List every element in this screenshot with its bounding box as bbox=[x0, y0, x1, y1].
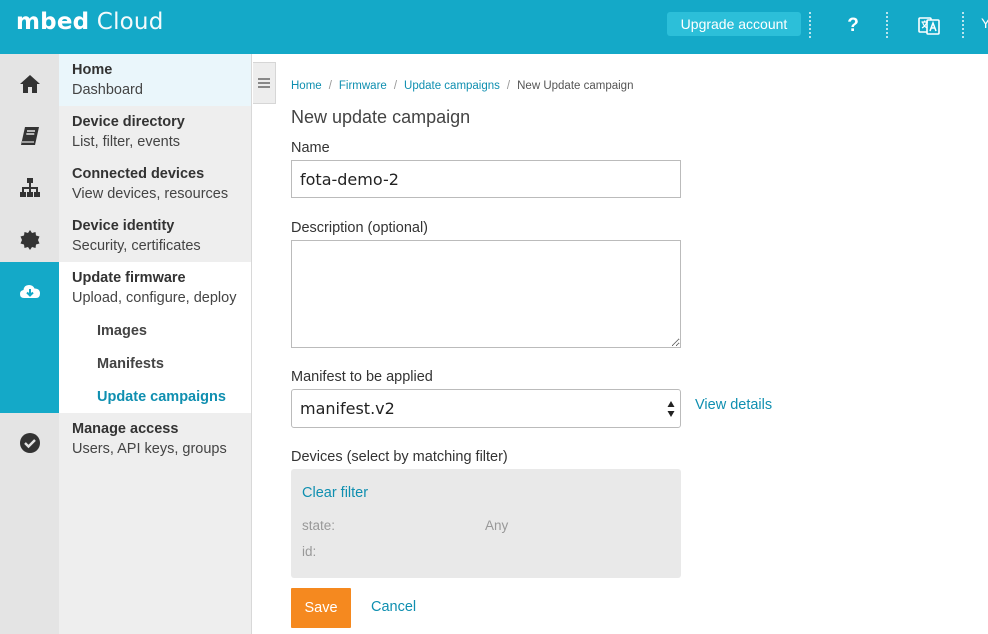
sidebar-subitem-images[interactable]: Images bbox=[97, 323, 147, 339]
check-circle-icon[interactable] bbox=[0, 417, 59, 469]
breadcrumb-separator: / bbox=[506, 80, 511, 92]
sidebar-item-device-directory[interactable]: Device directory List, filter, events bbox=[59, 106, 251, 158]
badge-icon[interactable] bbox=[0, 214, 59, 266]
divider bbox=[809, 12, 811, 38]
manifest-label: Manifest to be applied bbox=[291, 369, 433, 385]
description-label: Description (optional) bbox=[291, 220, 429, 236]
breadcrumb-separator: / bbox=[393, 80, 398, 92]
sitemap-icon[interactable] bbox=[0, 162, 59, 214]
sidebar-item-connected-devices[interactable]: Connected devices View devices, resource… bbox=[59, 158, 251, 210]
sidebar: Home Dashboard Device directory List, fi… bbox=[0, 54, 252, 634]
user-menu[interactable]: Y bbox=[981, 15, 988, 31]
sidebar-item-title: Connected devices bbox=[72, 166, 205, 182]
hamburger-icon bbox=[258, 78, 270, 88]
breadcrumb-home[interactable]: Home bbox=[291, 80, 322, 92]
sidebar-item-title: Device directory bbox=[72, 114, 185, 130]
upgrade-account-button[interactable]: Upgrade account bbox=[667, 12, 801, 36]
sidebar-item-title: Manage access bbox=[72, 421, 179, 437]
sidebar-item-device-identity[interactable]: Device identity Security, certificates bbox=[59, 210, 251, 262]
sidebar-item-home[interactable]: Home Dashboard bbox=[59, 54, 251, 106]
device-filter-panel: Clear filter state: Any id: bbox=[291, 469, 681, 578]
filter-value-state[interactable]: Any bbox=[485, 518, 508, 533]
name-label: Name bbox=[291, 140, 330, 156]
sidebar-item-subtitle: View devices, resources bbox=[72, 186, 229, 202]
sidebar-item-subtitle: Security, certificates bbox=[72, 238, 201, 254]
breadcrumb-separator: / bbox=[328, 80, 332, 92]
page-title: New update campaign bbox=[291, 107, 471, 127]
save-button[interactable]: Save bbox=[291, 588, 351, 628]
brand-logo[interactable]: mbed Cloud bbox=[16, 9, 164, 35]
sidebar-subitem-manifests[interactable]: Manifests bbox=[97, 356, 164, 372]
name-field[interactable] bbox=[291, 160, 681, 198]
question-mark-icon[interactable]: ? bbox=[842, 13, 864, 39]
filter-key-id: id: bbox=[302, 544, 317, 559]
brand-name: mbed bbox=[16, 9, 90, 35]
breadcrumb-firmware[interactable]: Firmware bbox=[339, 80, 387, 92]
breadcrumb-update-campaigns[interactable]: Update campaigns bbox=[404, 80, 500, 92]
view-details-link[interactable]: View details bbox=[695, 397, 772, 413]
sidebar-item-title: Device identity bbox=[72, 218, 175, 234]
book-icon[interactable] bbox=[0, 110, 59, 162]
top-bar: mbed Cloud Upgrade account ? Y bbox=[0, 0, 988, 54]
sidebar-collapse-button[interactable] bbox=[253, 62, 276, 104]
breadcrumb-current: New Update campaign bbox=[517, 80, 634, 92]
manifest-select[interactable]: manifest.v2 bbox=[291, 389, 681, 428]
translate-icon[interactable] bbox=[918, 15, 940, 37]
brand-suffix: Cloud bbox=[89, 9, 164, 35]
manifest-select-value: manifest.v2 bbox=[300, 399, 395, 418]
sidebar-item-subtitle: Dashboard bbox=[72, 82, 143, 98]
description-field[interactable] bbox=[291, 240, 681, 348]
cancel-button[interactable]: Cancel bbox=[371, 599, 416, 615]
sidebar-item-subtitle: Upload, configure, deploy bbox=[72, 290, 237, 306]
filter-key-state: state: bbox=[302, 518, 336, 533]
sidebar-item-title: Home bbox=[72, 62, 113, 78]
sidebar-item-subtitle: List, filter, events bbox=[72, 134, 180, 150]
select-arrows-icon bbox=[667, 401, 675, 417]
clear-filter-link[interactable]: Clear filter bbox=[302, 485, 368, 501]
sidebar-item-manage-access[interactable]: Manage access Users, API keys, groups bbox=[59, 413, 251, 465]
devices-label: Devices (select by matching filter) bbox=[291, 449, 508, 465]
sidebar-item-title: Update firmware bbox=[72, 270, 186, 286]
sidebar-subitem-update-campaigns[interactable]: Update campaigns bbox=[97, 389, 226, 405]
home-icon[interactable] bbox=[0, 58, 59, 110]
divider bbox=[962, 12, 964, 38]
divider bbox=[886, 12, 888, 38]
breadcrumb: Home / Firmware / Update campaigns / New Updat… bbox=[291, 80, 633, 92]
cloud-download-icon[interactable] bbox=[0, 262, 59, 413]
sidebar-item-subtitle: Users, API keys, groups bbox=[72, 441, 227, 457]
